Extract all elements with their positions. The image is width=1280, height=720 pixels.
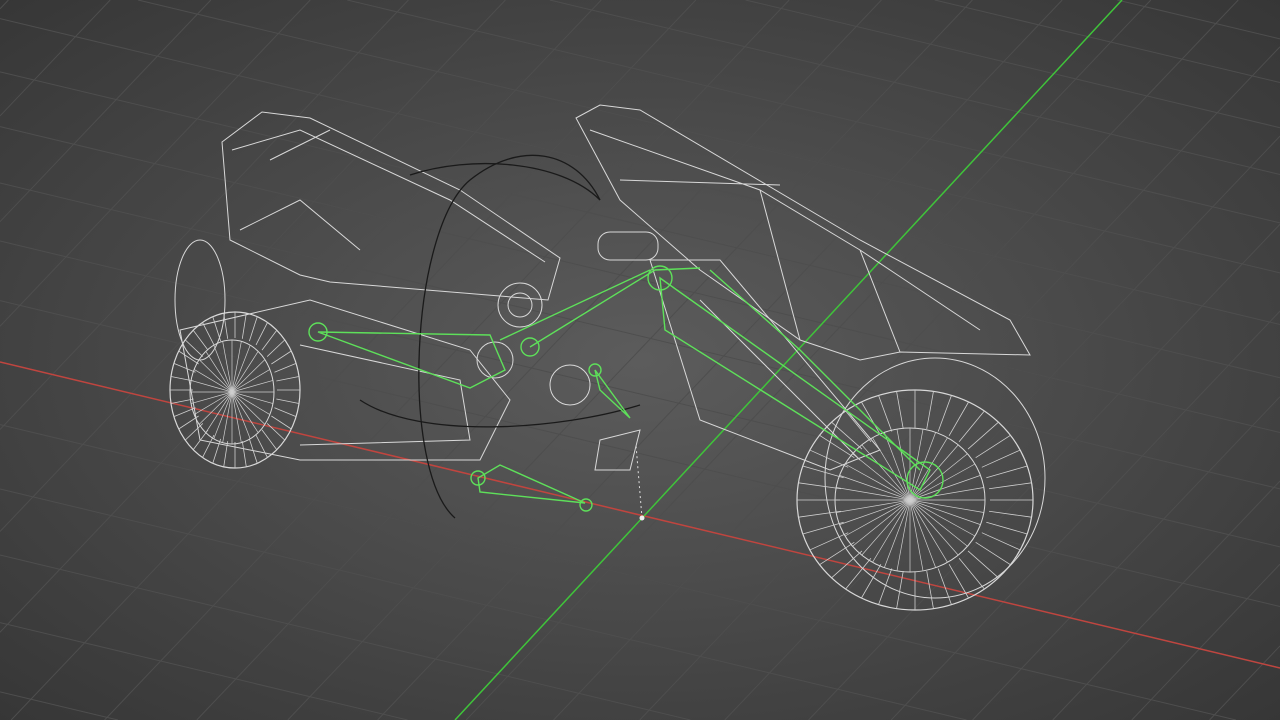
viewport-canvas[interactable] <box>0 0 1280 720</box>
ik-target-point[interactable] <box>639 515 645 521</box>
3d-viewport[interactable] <box>0 0 1280 720</box>
